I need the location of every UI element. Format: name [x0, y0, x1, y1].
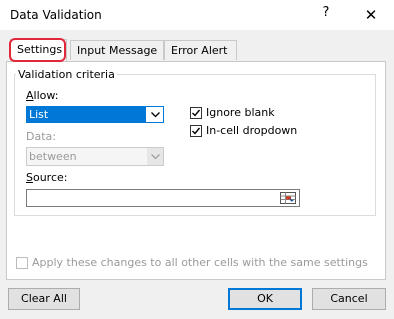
in-cell-dropdown-checkbox[interactable]: In-cell dropdown [190, 124, 297, 137]
allow-label-rest: llow: [33, 89, 59, 102]
ignore-blank-label: Ignore blank [206, 106, 275, 119]
source-label-rest: ource: [32, 171, 68, 184]
clear-all-button[interactable]: Clear All [8, 288, 80, 310]
allow-label: Allow: [26, 89, 59, 102]
apply-all-label: Apply these changes to all other cells w… [32, 256, 368, 269]
data-select-value: between [29, 150, 77, 163]
cancel-button[interactable]: Cancel [312, 288, 386, 310]
tab-error-alert[interactable]: Error Alert [164, 40, 237, 60]
title-bar: Data Validation ? ✕ [0, 0, 394, 30]
chevron-down-icon[interactable] [147, 107, 163, 122]
close-button[interactable]: ✕ [360, 4, 382, 26]
check-icon [192, 109, 201, 117]
ok-button[interactable]: OK [228, 288, 302, 310]
source-input[interactable] [26, 189, 300, 207]
allow-select-value: List [27, 107, 146, 122]
range-select-icon[interactable] [278, 190, 298, 206]
check-icon [192, 127, 201, 135]
ignore-blank-box[interactable] [190, 106, 202, 119]
cancel-label: Cancel [330, 292, 368, 305]
tab-input-message[interactable]: Input Message [70, 40, 164, 60]
apply-all-box [16, 256, 28, 269]
data-label: Data: [26, 130, 56, 143]
ignore-blank-checkbox[interactable]: Ignore blank [190, 106, 275, 119]
window-title: Data Validation [10, 8, 102, 22]
tab-highlight-annotation [9, 38, 66, 62]
group-legend: Validation criteria [16, 68, 117, 81]
apply-all-checkbox: Apply these changes to all other cells w… [16, 256, 368, 269]
help-button[interactable]: ? [318, 5, 334, 25]
clear-all-label: Clear All [21, 292, 67, 305]
in-cell-dropdown-box[interactable] [190, 124, 202, 137]
chevron-down-icon [147, 148, 163, 165]
data-select: between [26, 147, 164, 166]
allow-select[interactable]: List [26, 106, 164, 123]
in-cell-dropdown-label: In-cell dropdown [206, 124, 298, 137]
ok-label: OK [257, 292, 273, 305]
source-label: Source: [26, 171, 68, 184]
